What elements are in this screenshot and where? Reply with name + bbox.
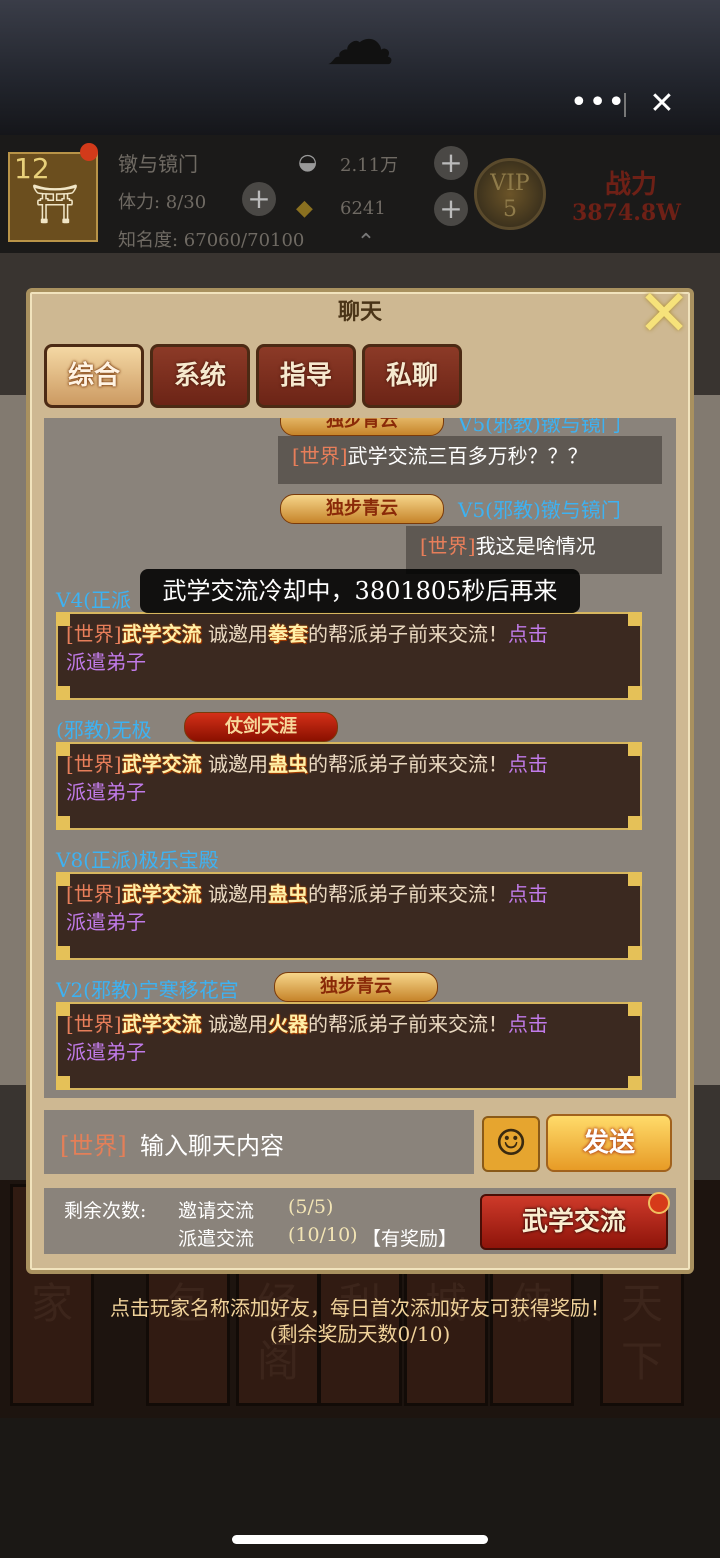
invite-exchange-count: (5/5)	[288, 1196, 334, 1218]
home-indicator[interactable]	[232, 1535, 488, 1544]
event-name: 武学交流	[121, 752, 202, 776]
silver-value: 2.11万	[340, 155, 399, 176]
system-message-card: [世界]武学交流 诚邀用拳套的帮派弟子前来交流！点击派遣弟子	[56, 612, 642, 700]
chat-bubble: [世界]我这是啥情况	[406, 526, 662, 574]
message-suffix: 的帮派弟子前来交流！	[307, 1012, 508, 1036]
remaining-label: 剩余次数:	[64, 1200, 147, 1222]
player-name: 镦与镜门	[118, 152, 198, 176]
cooldown-toast: 武学交流冷却中，3801805秒后再来	[140, 569, 580, 613]
chevron-up-icon[interactable]: ⌃	[348, 230, 384, 255]
stamina-value: 体力: 8/30	[118, 192, 207, 213]
smiley-icon[interactable]: ☺	[482, 1116, 540, 1172]
dispatch-disciple-link[interactable]: 派遣弟子	[66, 780, 146, 804]
title-badge: 仗剑天涯	[184, 712, 338, 742]
notification-dot	[648, 1192, 670, 1214]
silver-ingot-icon: ◒	[298, 150, 318, 175]
title-badge: 独步青云	[274, 972, 438, 1002]
dialog-title: 聊天	[337, 299, 382, 325]
gold-ingot-icon: ◆	[296, 196, 313, 221]
channel-tag: [世界]	[292, 444, 348, 468]
invite-text: 诚邀用	[207, 882, 268, 906]
dispatch-disciple-link[interactable]: 派遣弟子	[66, 1040, 146, 1064]
add-stamina-button[interactable]: +	[242, 182, 276, 216]
chat-bubble: [世界]武学交流三百多万秒？？？	[278, 436, 662, 484]
event-name: 武学交流	[121, 882, 202, 906]
channel-prefix: [世界]	[60, 1132, 127, 1160]
invite-text: 诚邀用	[207, 1012, 268, 1036]
click-link[interactable]: 点击	[508, 622, 548, 646]
message-text: 我这是啥情况	[475, 534, 596, 558]
add-gold-button[interactable]: +	[434, 192, 468, 226]
dispatch-exchange-count: (10/10)	[288, 1224, 358, 1246]
chat-message-list[interactable]: 独步青云 V5(邪教)镦与镜门 [世界]武学交流三百多万秒？？？ 独步青云 V5…	[44, 418, 676, 1098]
reward-days-hint: (剩余奖励天数0/10)	[269, 1322, 451, 1346]
event-name: 武学交流	[121, 622, 202, 646]
tab-system[interactable]: 系统	[150, 344, 250, 408]
tab-private[interactable]: 私聊	[362, 344, 462, 408]
vip-badge[interactable]: VIP 5	[474, 158, 546, 230]
close-icon[interactable]: ✕	[628, 282, 700, 346]
invite-exchange-label: 邀请交流	[178, 1200, 255, 1222]
add-silver-button[interactable]: +	[434, 146, 468, 180]
event-name: 武学交流	[121, 1012, 202, 1036]
system-message-card: [世界]武学交流 诚邀用蛊虫的帮派弟子前来交流！点击派遣弟子	[56, 742, 642, 830]
power-label: 战力	[605, 170, 658, 200]
channel-tag: [世界]	[66, 882, 122, 906]
message-text: 武学交流三百多万秒？？？	[347, 444, 588, 468]
sender-name[interactable]: V4(正派	[56, 584, 131, 612]
channel-tag: [世界]	[66, 622, 122, 646]
reward-tag: 【有奖励】	[362, 1228, 458, 1250]
sender-name[interactable]: (邪教)无极	[56, 714, 152, 742]
send-button[interactable]: 发送	[546, 1114, 672, 1172]
channel-tag: [世界]	[420, 534, 476, 558]
message-suffix: 的帮派弟子前来交流！	[307, 622, 508, 646]
gold-value: 6241	[340, 198, 386, 219]
martial-exchange-button[interactable]: 武学交流	[480, 1194, 668, 1250]
title-badge: 独步青云	[280, 494, 444, 524]
invite-text: 诚邀用	[207, 622, 268, 646]
channel-tag: [世界]	[66, 752, 122, 776]
item-name: 蛊虫	[267, 882, 308, 906]
cloud-ornament-icon: ☁	[325, 0, 395, 81]
invite-text: 诚邀用	[207, 752, 268, 776]
chat-input-field[interactable]: 输入聊天内容	[140, 1126, 440, 1162]
click-link[interactable]: 点击	[508, 752, 548, 776]
fame-value: 知名度: 67060/70100	[118, 230, 305, 251]
sender-name[interactable]: V5(邪教)镦与镜门	[458, 494, 621, 522]
friend-hint: 点击玩家名称添加好友，每日首次添加好友可获得奖励！	[110, 1296, 610, 1320]
click-link[interactable]: 点击	[508, 1012, 548, 1036]
click-link[interactable]: 点击	[508, 882, 548, 906]
message-suffix: 的帮派弟子前来交流！	[307, 882, 508, 906]
tab-guide[interactable]: 指导	[256, 344, 356, 408]
dispatch-exchange-label: 派遣交流	[178, 1228, 255, 1250]
dispatch-disciple-link[interactable]: 派遣弟子	[66, 650, 146, 674]
item-name: 拳套	[267, 622, 308, 646]
message-suffix: 的帮派弟子前来交流！	[307, 752, 508, 776]
capsule-divider	[624, 93, 626, 117]
sender-name[interactable]: V2(邪教)宁寒移花宫	[56, 974, 239, 1002]
close-icon[interactable]: ✕	[645, 86, 679, 121]
tab-general[interactable]: 综合	[44, 344, 144, 408]
notification-dot	[80, 143, 98, 161]
channel-tag: [世界]	[66, 1012, 122, 1036]
item-name: 火器	[267, 1012, 308, 1036]
dispatch-disciple-link[interactable]: 派遣弟子	[66, 910, 146, 934]
level-number: 12	[14, 152, 50, 185]
sender-name[interactable]: V8(正派)极乐宝殿	[56, 844, 219, 872]
sender-name[interactable]: V5(邪教)镦与镜门	[458, 418, 621, 436]
system-message-card: [世界]武学交流 诚邀用火器的帮派弟子前来交流！点击派遣弟子	[56, 1002, 642, 1090]
title-badge: 独步青云	[280, 418, 444, 436]
power-value: 3874.8W	[572, 200, 681, 226]
system-message-card: [世界]武学交流 诚邀用蛊虫的帮派弟子前来交流！点击派遣弟子	[56, 872, 642, 960]
more-icon[interactable]: •••	[570, 88, 625, 122]
temple-icon: ⛩	[30, 182, 80, 226]
item-name: 蛊虫	[267, 752, 308, 776]
